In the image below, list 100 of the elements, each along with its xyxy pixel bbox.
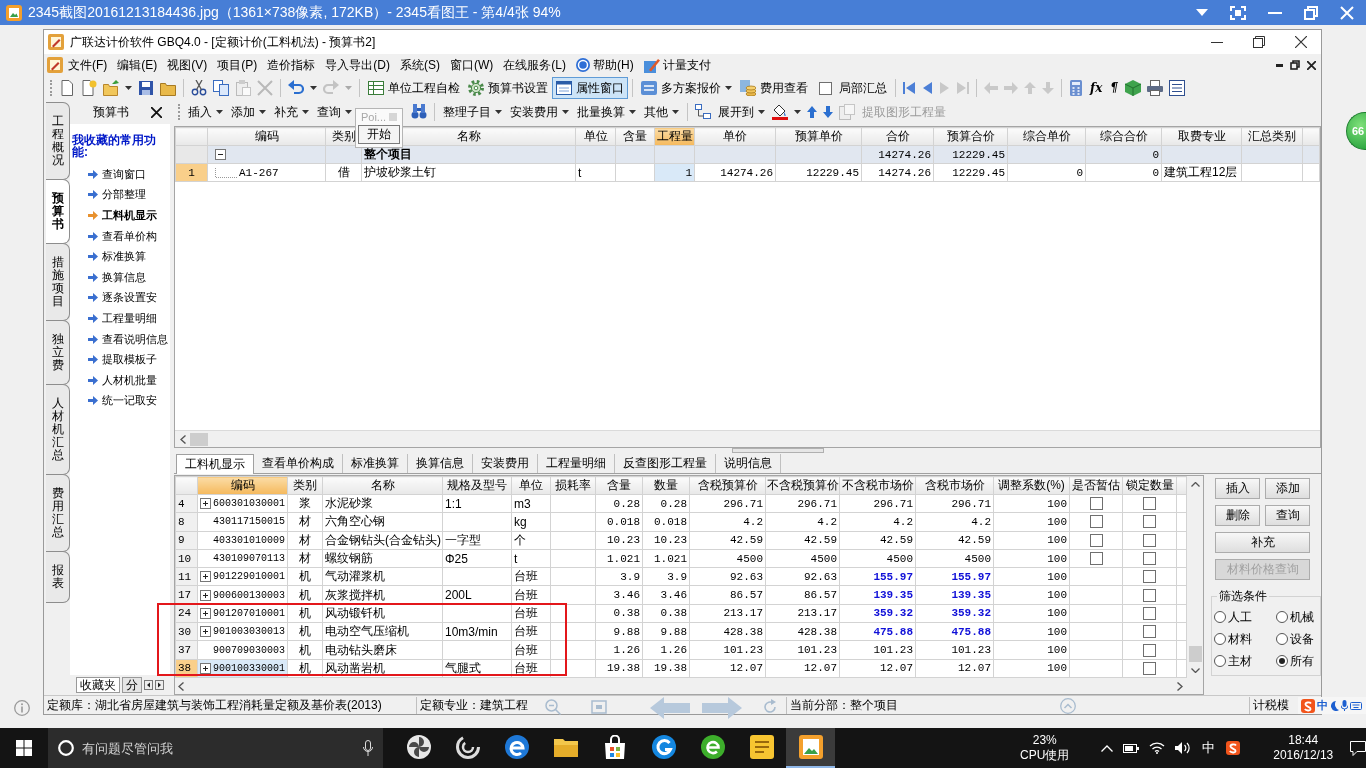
panel-tab[interactable]: 收藏夹 <box>76 677 120 693</box>
expand-icon[interactable] <box>200 571 211 583</box>
scroll-right-icon[interactable] <box>155 680 164 690</box>
favorite-item[interactable]: 查询窗口 <box>72 164 146 185</box>
checkbox[interactable] <box>1089 552 1103 566</box>
restore-icon[interactable] <box>1253 36 1265 48</box>
undo-icon[interactable] <box>288 80 304 96</box>
expand-icon[interactable] <box>200 662 211 674</box>
checkbox[interactable] <box>1089 497 1103 511</box>
cube-icon[interactable] <box>1124 80 1141 96</box>
toolbar-button[interactable]: 批量换算 <box>573 101 640 123</box>
action-button[interactable]: 补充 <box>1215 532 1310 553</box>
menu-item[interactable]: 导入导出(D) <box>320 55 395 75</box>
radio-option[interactable]: 材料 <box>1214 631 1276 647</box>
favorite-item[interactable]: 分部整理 <box>72 184 146 206</box>
scroll-left-icon[interactable] <box>144 680 153 690</box>
speaker-icon[interactable] <box>1174 742 1191 754</box>
favorite-item[interactable]: 逐条设置安 <box>72 287 157 309</box>
tab[interactable]: 工程量明细 <box>538 454 615 473</box>
checkbox-icon[interactable] <box>819 81 832 95</box>
printer-icon[interactable] <box>1146 80 1163 96</box>
toolbar-button[interactable]: 安装费用 <box>506 101 573 123</box>
tab[interactable]: 查看单价构成 <box>254 454 343 473</box>
scroll-left-icon[interactable] <box>178 681 184 691</box>
tab[interactable]: 安装费用 <box>473 454 538 473</box>
folder-icon[interactable] <box>160 80 176 96</box>
input-mode-indicator[interactable]: 中 <box>1201 739 1215 757</box>
radio-icon[interactable] <box>1276 611 1288 623</box>
wifi-icon[interactable] <box>1148 742 1165 754</box>
action-button[interactable]: 插入 <box>1215 478 1260 499</box>
tab[interactable]: 换算信息 <box>408 454 473 473</box>
checkbox[interactable] <box>1143 643 1156 657</box>
windows-logo-icon[interactable] <box>16 740 32 756</box>
toolbar-button[interactable]: 展开到 <box>714 101 769 123</box>
favorite-item[interactable]: 查看说明信息 <box>72 328 168 350</box>
checkbox[interactable] <box>1143 570 1156 584</box>
radio-icon[interactable] <box>1214 611 1226 623</box>
checkbox[interactable] <box>1143 606 1156 620</box>
search-field[interactable]: 有问题尽管问我 <box>82 737 355 759</box>
checkbox[interactable] <box>1143 625 1156 639</box>
toolbar-button[interactable]: 单位工程自检 <box>364 77 464 99</box>
favorite-item[interactable]: 提取模板子 <box>72 349 157 370</box>
expand-icon[interactable] <box>200 626 211 638</box>
menu-item[interactable]: 窗口(W) <box>445 55 499 75</box>
open-folder-icon[interactable] <box>103 80 119 96</box>
side-tab[interactable]: 费用汇总 <box>46 474 70 552</box>
horizontal-scrollbar[interactable] <box>175 430 1320 447</box>
radio-icon[interactable] <box>1214 655 1226 667</box>
radio-icon[interactable] <box>1276 655 1288 667</box>
fullscreen-icon[interactable] <box>1230 5 1246 20</box>
tab[interactable]: 工料机显示 <box>176 454 254 474</box>
new-file-icon[interactable] <box>81 80 97 96</box>
favorite-item[interactable]: 换算信息 <box>72 266 146 288</box>
favorite-item[interactable]: 查看单价构 <box>72 225 157 247</box>
search-box[interactable]: 有问题尽管问我 <box>48 728 383 768</box>
battery-icon[interactable] <box>1122 743 1139 753</box>
up-arrow-icon[interactable] <box>807 106 817 118</box>
input-mode-indicator[interactable]: 中 <box>1317 698 1328 713</box>
checkbox[interactable] <box>1143 497 1156 511</box>
toolbar-button[interactable]: 属性窗口 <box>552 77 628 99</box>
toolbar-button[interactable]: 查询 <box>313 101 356 123</box>
scrollbar-thumb[interactable] <box>1188 646 1202 662</box>
collapse-icon[interactable] <box>215 149 226 160</box>
favorite-item[interactable]: 标准换算 <box>72 246 146 267</box>
radio-icon[interactable] <box>1214 633 1226 645</box>
down-arrow-icon[interactable] <box>823 106 833 118</box>
ime-logo-icon[interactable] <box>1225 741 1240 755</box>
toolbar-button[interactable]: 费用查看 <box>736 77 812 99</box>
toolbar-button[interactable]: 预算书设置 <box>464 77 552 99</box>
favorite-item[interactable]: 工程量明细 <box>72 308 157 329</box>
radio-icon[interactable] <box>1276 633 1288 645</box>
side-tab[interactable]: 预算书 <box>46 179 70 244</box>
tree-icon[interactable] <box>695 104 711 120</box>
menu-item[interactable]: 文件(F) <box>63 55 113 75</box>
menu-item[interactable]: 在线服务(L) <box>498 55 571 75</box>
microphone-icon[interactable] <box>1341 700 1348 711</box>
binoculars-icon[interactable] <box>411 104 427 120</box>
side-tab[interactable]: 报表 <box>46 551 70 603</box>
previous-icon[interactable] <box>921 81 933 95</box>
radio-option[interactable]: 主材 <box>1214 653 1276 669</box>
toolbar-button[interactable]: 其他 <box>640 101 683 123</box>
radio-option[interactable]: 人工 <box>1214 609 1276 625</box>
restore-icon[interactable] <box>1290 60 1300 70</box>
side-tab[interactable]: 措施项目 <box>46 243 70 321</box>
close-icon[interactable] <box>1295 36 1307 48</box>
expand-icon[interactable] <box>200 498 211 510</box>
expand-icon[interactable] <box>200 607 211 619</box>
radio-option[interactable]: 机械 <box>1276 609 1318 625</box>
close-icon[interactable] <box>151 106 162 118</box>
minimize-icon[interactable] <box>1276 63 1283 67</box>
menu-item[interactable]: 计量支付 <box>638 55 716 75</box>
list-icon[interactable] <box>1168 80 1185 96</box>
toolbar-button[interactable]: 补充 <box>270 101 313 123</box>
scroll-right-icon[interactable] <box>1177 681 1183 691</box>
menu-item[interactable]: 帮助(H) <box>571 55 639 75</box>
clock-date[interactable]: 2016/12/13 <box>1273 748 1334 763</box>
menu-item[interactable]: 造价指标 <box>262 55 321 75</box>
tab[interactable]: 说明信息 <box>716 454 781 473</box>
splitter-handle[interactable] <box>731 448 824 453</box>
scroll-up-icon[interactable] <box>1190 482 1200 487</box>
